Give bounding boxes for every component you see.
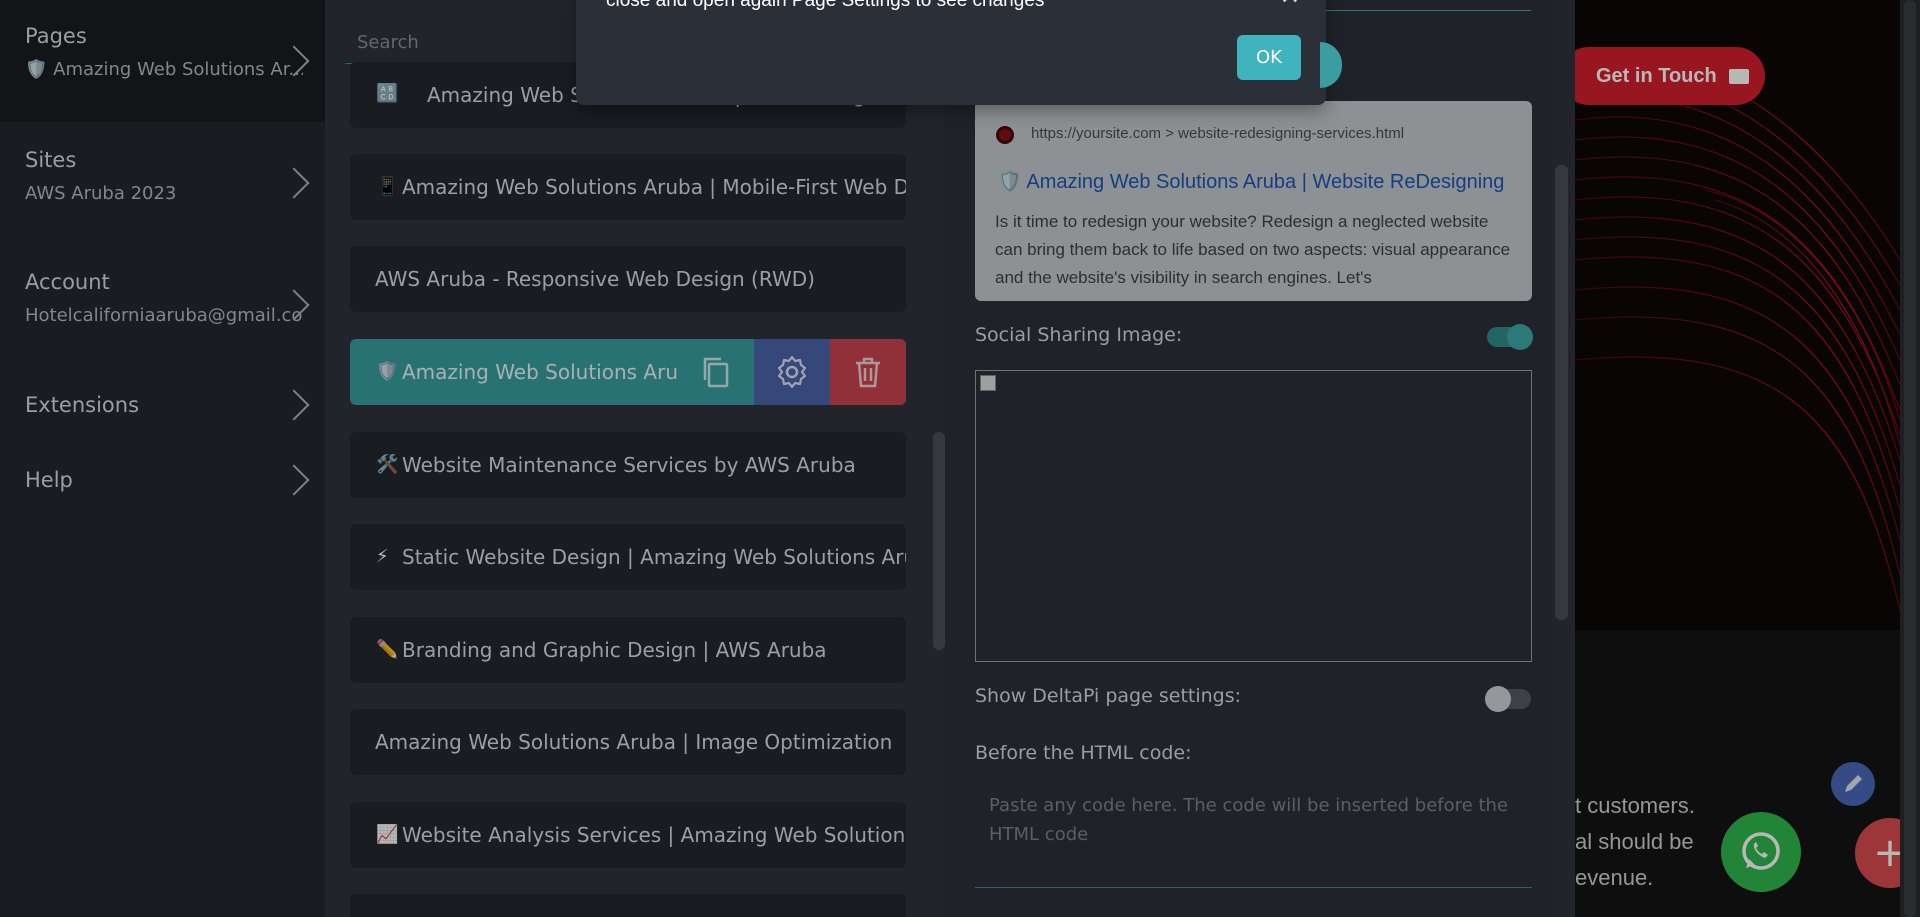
dialog-message: close and open again Page Settings to se… (606, 0, 1045, 11)
modal-overlay (0, 0, 1920, 917)
ok-button[interactable]: OK (1237, 35, 1301, 80)
notice-dialog: close and open again Page Settings to se… (576, 0, 1326, 105)
close-icon[interactable]: ✕ (1280, 0, 1300, 10)
